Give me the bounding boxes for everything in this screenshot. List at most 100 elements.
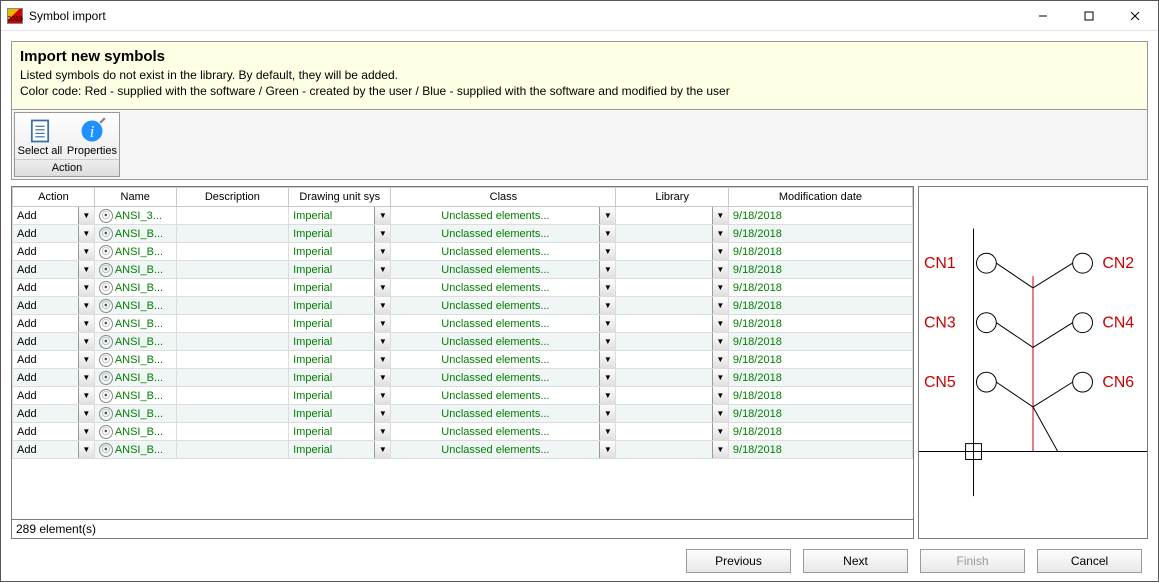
chevron-down-icon[interactable]: ▼	[599, 315, 615, 332]
table-row[interactable]: Add▼⦿ANSI_B...Imperial▼Unclassed element…	[13, 261, 913, 279]
chevron-down-icon[interactable]: ▼	[78, 279, 94, 296]
chevron-down-icon[interactable]: ▼	[599, 243, 615, 260]
cancel-button[interactable]: Cancel	[1037, 549, 1142, 573]
chevron-down-icon[interactable]: ▼	[712, 405, 728, 422]
previous-button[interactable]: Previous	[686, 549, 791, 573]
chevron-down-icon[interactable]: ▼	[374, 297, 390, 314]
chevron-down-icon[interactable]: ▼	[712, 387, 728, 404]
table-row[interactable]: Add▼⦿ANSI_B...Imperial▼Unclassed element…	[13, 441, 913, 459]
table-row[interactable]: Add▼⦿ANSI_B...Imperial▼Unclassed element…	[13, 369, 913, 387]
chevron-down-icon[interactable]: ▼	[78, 261, 94, 278]
table-row[interactable]: Add▼⦿ANSI_B...Imperial▼Unclassed element…	[13, 315, 913, 333]
banner-line-1: Listed symbols do not exist in the libra…	[20, 67, 1139, 83]
col-library[interactable]: Library	[616, 188, 729, 207]
chevron-down-icon[interactable]: ▼	[599, 279, 615, 296]
chevron-down-icon[interactable]: ▼	[78, 297, 94, 314]
chevron-down-icon[interactable]: ▼	[374, 261, 390, 278]
chevron-down-icon[interactable]: ▼	[78, 225, 94, 242]
symbol-preview: CN1 CN2 CN3 CN4 CN5 CN6	[918, 186, 1148, 539]
chevron-down-icon[interactable]: ▼	[78, 387, 94, 404]
chevron-down-icon[interactable]: ▼	[599, 207, 615, 224]
chevron-down-icon[interactable]: ▼	[374, 441, 390, 458]
chevron-down-icon[interactable]: ▼	[712, 423, 728, 440]
chevron-down-icon[interactable]: ▼	[599, 333, 615, 350]
chevron-down-icon[interactable]: ▼	[374, 225, 390, 242]
table-row[interactable]: Add▼⦿ANSI_B...Imperial▼Unclassed element…	[13, 279, 913, 297]
chevron-down-icon[interactable]: ▼	[712, 315, 728, 332]
table-row[interactable]: Add▼⦿ANSI_B...Imperial▼Unclassed element…	[13, 243, 913, 261]
chevron-down-icon[interactable]: ▼	[599, 405, 615, 422]
table-row[interactable]: Add▼⦿ANSI_3...Imperial▼Unclassed element…	[13, 207, 913, 225]
chevron-down-icon[interactable]: ▼	[374, 243, 390, 260]
col-unit[interactable]: Drawing unit sys	[289, 188, 391, 207]
chevron-down-icon[interactable]: ▼	[599, 387, 615, 404]
table-row[interactable]: Add▼⦿ANSI_B...Imperial▼Unclassed element…	[13, 297, 913, 315]
symbol-icon: ⦿	[99, 263, 113, 277]
chevron-down-icon[interactable]: ▼	[78, 351, 94, 368]
chevron-down-icon[interactable]: ▼	[78, 243, 94, 260]
symbols-table: Action Name Description Drawing unit sys…	[11, 186, 914, 539]
chevron-down-icon[interactable]: ▼	[374, 333, 390, 350]
col-name[interactable]: Name	[94, 188, 176, 207]
chevron-down-icon[interactable]: ▼	[374, 423, 390, 440]
chevron-down-icon[interactable]: ▼	[599, 441, 615, 458]
table-scroll[interactable]: Action Name Description Drawing unit sys…	[12, 187, 913, 519]
chevron-down-icon[interactable]: ▼	[712, 441, 728, 458]
chevron-down-icon[interactable]: ▼	[599, 423, 615, 440]
chevron-down-icon[interactable]: ▼	[599, 369, 615, 386]
table-row[interactable]: Add▼⦿ANSI_B...Imperial▼Unclassed element…	[13, 387, 913, 405]
col-action[interactable]: Action	[13, 188, 95, 207]
chevron-down-icon[interactable]: ▼	[78, 333, 94, 350]
symbol-icon: ⦿	[99, 317, 113, 331]
symbol-icon: ⦿	[99, 371, 113, 385]
table-row[interactable]: Add▼⦿ANSI_B...Imperial▼Unclassed element…	[13, 333, 913, 351]
close-button[interactable]	[1112, 1, 1158, 31]
chevron-down-icon[interactable]: ▼	[712, 333, 728, 350]
chevron-down-icon[interactable]: ▼	[78, 207, 94, 224]
banner-line-2: Color code: Red - supplied with the soft…	[20, 83, 1139, 99]
chevron-down-icon[interactable]: ▼	[374, 315, 390, 332]
table-row[interactable]: Add▼⦿ANSI_B...Imperial▼Unclassed element…	[13, 423, 913, 441]
col-class[interactable]: Class	[391, 188, 616, 207]
chevron-down-icon[interactable]: ▼	[78, 369, 94, 386]
minimize-button[interactable]	[1020, 1, 1066, 31]
chevron-down-icon[interactable]: ▼	[712, 243, 728, 260]
select-all-label: Select all	[18, 145, 63, 157]
chevron-down-icon[interactable]: ▼	[78, 315, 94, 332]
chevron-down-icon[interactable]: ▼	[78, 441, 94, 458]
chevron-down-icon[interactable]: ▼	[374, 207, 390, 224]
finish-button: Finish	[920, 549, 1025, 573]
table-row[interactable]: Add▼⦿ANSI_B...Imperial▼Unclassed element…	[13, 405, 913, 423]
chevron-down-icon[interactable]: ▼	[599, 351, 615, 368]
chevron-down-icon[interactable]: ▼	[712, 207, 728, 224]
chevron-down-icon[interactable]: ▼	[712, 351, 728, 368]
chevron-down-icon[interactable]: ▼	[712, 261, 728, 278]
banner-title: Import new symbols	[20, 48, 1139, 65]
chevron-down-icon[interactable]: ▼	[374, 405, 390, 422]
chevron-down-icon[interactable]: ▼	[712, 369, 728, 386]
chevron-down-icon[interactable]: ▼	[712, 279, 728, 296]
chevron-down-icon[interactable]: ▼	[374, 351, 390, 368]
chevron-down-icon[interactable]: ▼	[599, 225, 615, 242]
info-icon: i	[78, 117, 106, 145]
col-description[interactable]: Description	[176, 188, 289, 207]
preview-label-cn1: CN1	[924, 256, 956, 273]
chevron-down-icon[interactable]: ▼	[374, 279, 390, 296]
chevron-down-icon[interactable]: ▼	[599, 261, 615, 278]
col-date[interactable]: Modification date	[728, 188, 912, 207]
symbol-icon: ⦿	[99, 209, 113, 223]
chevron-down-icon[interactable]: ▼	[374, 369, 390, 386]
chevron-down-icon[interactable]: ▼	[712, 225, 728, 242]
table-row[interactable]: Add▼⦿ANSI_B...Imperial▼Unclassed element…	[13, 225, 913, 243]
chevron-down-icon[interactable]: ▼	[78, 405, 94, 422]
app-icon: 2019	[7, 8, 23, 24]
chevron-down-icon[interactable]: ▼	[78, 423, 94, 440]
chevron-down-icon[interactable]: ▼	[599, 297, 615, 314]
properties-button[interactable]: i Properties	[65, 113, 119, 159]
chevron-down-icon[interactable]: ▼	[374, 387, 390, 404]
maximize-button[interactable]	[1066, 1, 1112, 31]
select-all-button[interactable]: Select all	[15, 113, 65, 159]
chevron-down-icon[interactable]: ▼	[712, 297, 728, 314]
table-row[interactable]: Add▼⦿ANSI_B...Imperial▼Unclassed element…	[13, 351, 913, 369]
next-button[interactable]: Next	[803, 549, 908, 573]
